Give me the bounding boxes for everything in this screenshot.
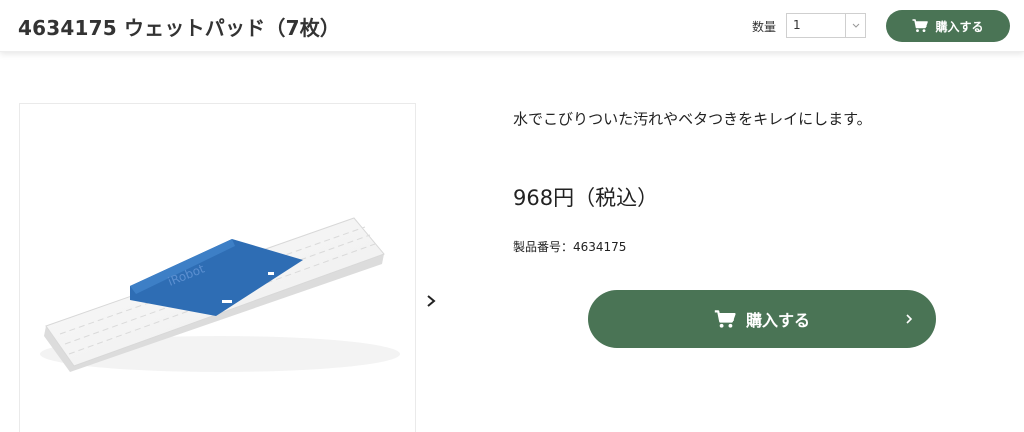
quantity-select[interactable]: 1 bbox=[786, 13, 866, 38]
cart-icon bbox=[714, 309, 736, 328]
wet-pad-illustration: iRobot bbox=[40, 217, 400, 372]
buy-button-label: 購入する bbox=[745, 311, 810, 330]
sticky-header: 4634175 ウェットパッド（7枚） 数量 1 購入する bbox=[0, 0, 1024, 52]
quantity-value: 1 bbox=[793, 18, 801, 32]
chevron-right-icon bbox=[906, 314, 913, 324]
buy-button[interactable]: 購入する bbox=[588, 290, 936, 348]
page-title: 4634175 ウェットパッド（7枚） bbox=[18, 16, 341, 40]
quantity-label: 数量 bbox=[752, 20, 777, 34]
product-price: 968円（税込） bbox=[513, 186, 659, 210]
product-number: 製品番号：4634175 bbox=[513, 240, 627, 254]
product-image: iRobot bbox=[19, 103, 416, 432]
header-buy-button[interactable]: 購入する bbox=[886, 10, 1010, 42]
select-divider bbox=[845, 14, 846, 37]
chevron-down-icon bbox=[852, 23, 860, 28]
header-buy-label: 購入する bbox=[935, 19, 984, 34]
chevron-right-icon[interactable] bbox=[422, 290, 440, 312]
product-description: 水でこびりついた汚れやベタつきをキレイにします。 bbox=[513, 110, 872, 128]
cart-icon bbox=[912, 19, 929, 32]
